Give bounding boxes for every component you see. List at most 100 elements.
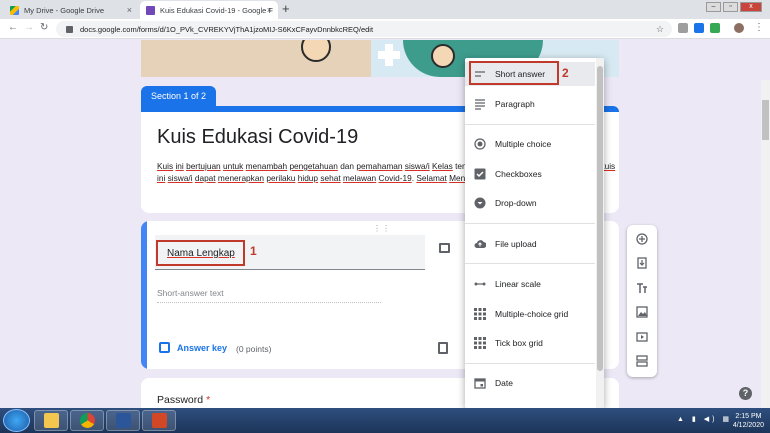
page-scrollbar[interactable] [761, 80, 770, 408]
menu-item-linear-scale[interactable]: Linear scale [465, 272, 595, 296]
extension-icon[interactable] [694, 23, 704, 33]
tab-my-drive[interactable]: My Drive - Google Drive × [4, 1, 138, 19]
close-tab-icon[interactable]: × [127, 5, 132, 15]
medical-cross-icon [378, 44, 400, 66]
forward-button[interactable]: → [24, 22, 34, 33]
annotation-highlight-box [469, 61, 559, 85]
more-menu-icon[interactable]: ⋮ [754, 22, 764, 33]
new-tab-button[interactable]: + [282, 1, 290, 16]
add-image-icon[interactable] [636, 306, 648, 318]
menu-item-file-upload[interactable]: File upload [465, 232, 595, 256]
menu-item-checkboxes[interactable]: Checkboxes [465, 162, 595, 186]
menu-item-paragraph[interactable]: Paragraph [465, 92, 595, 116]
menu-item-date[interactable]: Date [465, 371, 595, 395]
question-type-menu: Short answer Paragraph Multiple choice C… [465, 58, 604, 408]
browser-toolbar: ← → ↻ docs.google.com/forms/d/1O_PVk_CVR… [0, 19, 770, 39]
form-title[interactable]: Kuis Edukasi Covid-19 [157, 126, 358, 149]
help-icon[interactable]: ? [739, 387, 752, 400]
profile-avatar-icon[interactable] [734, 23, 744, 33]
description-word: dapat [194, 173, 216, 183]
menu-item-multiple-choice-grid[interactable]: Multiple-choice grid [465, 302, 595, 326]
menu-item-label: Paragraph [495, 99, 535, 109]
taskbar-app-word[interactable] [106, 410, 140, 431]
answer-key-button[interactable]: Answer key [159, 342, 227, 353]
menu-item-tick-box-grid[interactable]: Tick box grid [465, 331, 595, 355]
lock-icon [66, 25, 73, 33]
radio-icon [474, 138, 486, 150]
points-label: (0 points) [236, 344, 272, 354]
question-title[interactable]: Password * [157, 394, 210, 406]
description-word: ini [175, 161, 184, 171]
checkbox-icon [474, 168, 486, 180]
back-button[interactable]: ← [8, 22, 18, 33]
description-word: menerapkan [217, 173, 265, 183]
google-forms-icon [146, 5, 155, 15]
taskbar-clock[interactable]: 2:15 PM 4/12/2020 [733, 412, 764, 430]
grid-icon [474, 308, 486, 320]
question-title-text: Password [157, 394, 204, 406]
description-word: menambah [245, 161, 288, 171]
start-button[interactable] [3, 409, 30, 432]
forms-editor-page: Section 1 of 2 Kuis Edukasi Covid-19 Kui… [0, 40, 770, 408]
annotation-marker: 1 [250, 244, 257, 258]
menu-item-label: Tick box grid [495, 338, 543, 348]
add-video-icon[interactable] [636, 331, 648, 343]
tab-title: My Drive - Google Drive [24, 5, 105, 15]
taskbar-app-powerpoint[interactable] [142, 410, 176, 431]
system-tray[interactable]: ▲ ▮ ◀) ▦ [677, 415, 732, 423]
clock-date: 4/12/2020 [732, 422, 764, 429]
description-word: melawan [342, 173, 377, 183]
chrome-icon [79, 413, 95, 428]
menu-item-label: Date [495, 378, 513, 388]
description-text: dan [337, 161, 357, 171]
maximize-button[interactable]: ▫ [723, 2, 738, 12]
answer-key-check-icon [159, 342, 170, 353]
reload-button[interactable]: ↻ [40, 22, 48, 33]
extension-icon[interactable] [678, 23, 688, 33]
menu-item-drop-down[interactable]: Drop-down [465, 191, 595, 215]
drag-handle-icon[interactable]: ⋮⋮ [373, 224, 391, 233]
active-question-indicator [141, 221, 147, 369]
short-answer-placeholder: Short-answer text [157, 288, 381, 303]
section-label: Section 1 of 2 [141, 86, 216, 106]
import-questions-icon[interactable] [636, 257, 648, 269]
menu-item-label: Checkboxes [495, 169, 542, 179]
floating-side-toolbar [627, 225, 657, 377]
taskbar-app-explorer[interactable] [34, 410, 68, 431]
menu-item-multiple-choice[interactable]: Multiple choice [465, 132, 595, 156]
add-title-icon[interactable] [636, 282, 648, 294]
close-window-button[interactable]: x [740, 2, 762, 12]
paragraph-icon [475, 99, 485, 110]
bookmark-star-icon[interactable]: ☆ [656, 24, 664, 35]
description-word: untuk [223, 161, 244, 171]
google-drive-icon [10, 5, 19, 15]
add-question-icon[interactable] [636, 233, 648, 245]
description-word: bertujuan [186, 161, 221, 171]
close-tab-icon[interactable]: × [267, 5, 272, 15]
description-word: siswa/i [167, 173, 193, 183]
extension-icon[interactable] [710, 23, 720, 33]
description-word: siswa/i [404, 161, 430, 171]
tab-google-forms[interactable]: Kuis Edukasi Covid-19 - Google F × [140, 1, 278, 19]
taskbar-app-chrome[interactable] [70, 410, 104, 431]
menu-item-label: Multiple-choice grid [495, 309, 569, 319]
menu-scrollbar[interactable] [596, 58, 604, 408]
linear-scale-icon [474, 282, 486, 286]
add-section-icon[interactable] [636, 355, 648, 367]
minimize-button[interactable]: – [706, 2, 721, 12]
menu-item-label: Linear scale [495, 279, 541, 289]
menu-item-label: Drop-down [495, 198, 537, 208]
url-text: docs.google.com/forms/d/1O_PVk_CVREKYVjT… [80, 24, 374, 34]
add-image-icon[interactable] [439, 243, 450, 253]
description-word: Covid-19 [378, 173, 412, 183]
dropdown-icon [474, 197, 486, 209]
address-bar[interactable]: docs.google.com/forms/d/1O_PVk_CVREKYVjT… [56, 21, 672, 37]
tab-title: Kuis Edukasi Covid-19 - Google F [160, 5, 273, 15]
clock-time: 2:15 PM [735, 413, 762, 420]
menu-divider [465, 263, 595, 264]
duplicate-icon[interactable] [438, 342, 448, 354]
required-asterisk: * [206, 394, 211, 406]
description-word: Selamat [416, 173, 447, 183]
calendar-icon [474, 378, 486, 389]
description-word: sehat [320, 173, 341, 183]
